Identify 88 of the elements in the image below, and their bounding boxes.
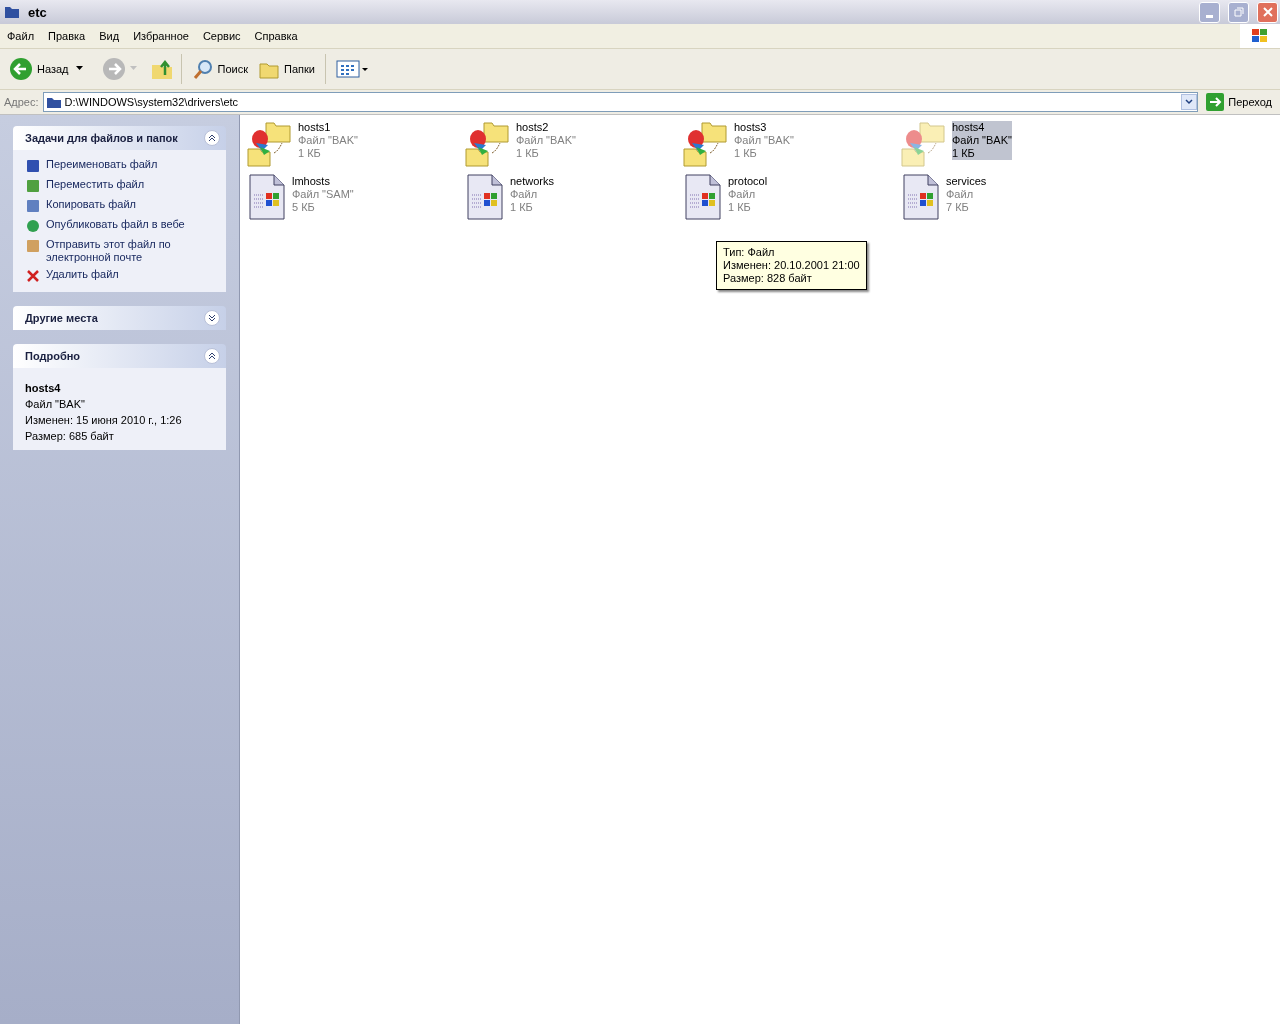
file-icon bbox=[246, 119, 294, 167]
folders-button[interactable]: Папки bbox=[255, 56, 318, 82]
file-size: 5 КБ bbox=[292, 201, 316, 214]
file-size: 1 КБ bbox=[952, 147, 1012, 160]
search-button[interactable]: Поиск bbox=[188, 56, 251, 82]
dropdown-button[interactable] bbox=[1181, 94, 1198, 110]
file-name: hosts4 bbox=[25, 382, 62, 394]
collapse-button[interactable] bbox=[204, 348, 220, 364]
file-name: hosts4 bbox=[952, 121, 1012, 134]
panel-title: Подробно bbox=[25, 350, 81, 362]
panel-title: Другие места bbox=[25, 312, 98, 324]
file-item[interactable]: hosts2 Файл "BAK" 1 КБ bbox=[464, 119, 682, 167]
chevron-up-icon bbox=[208, 352, 216, 360]
file-name: hosts3 bbox=[734, 121, 768, 134]
go-button[interactable]: Переход bbox=[1202, 93, 1276, 111]
file-size: 1 КБ bbox=[510, 201, 534, 214]
file-name: services bbox=[946, 175, 987, 188]
address-label: Адрес: bbox=[4, 96, 39, 108]
task-link[interactable]: Копировать файл bbox=[25, 198, 214, 214]
file-icon bbox=[682, 173, 724, 221]
panel-title: Задачи для файлов и папок bbox=[25, 132, 178, 144]
file-type: Файл bbox=[946, 188, 975, 201]
menu-item[interactable]: Правка bbox=[41, 30, 93, 42]
file-name: hosts2 bbox=[516, 121, 550, 134]
chevron-down-icon bbox=[208, 314, 216, 322]
modified-date: Изменен: 15 июня 2010 г., 1:26 bbox=[25, 414, 183, 426]
close-icon bbox=[1262, 7, 1273, 17]
file-icon bbox=[900, 173, 942, 221]
file-icon bbox=[464, 119, 512, 167]
address-field[interactable]: D:\WINDOWS\system32\drivers\etc bbox=[42, 92, 1199, 112]
file-size: 1 КБ bbox=[516, 147, 540, 160]
file-size: Размер: 685 байт bbox=[25, 430, 115, 442]
file-type: Файл "SAM" bbox=[292, 188, 354, 201]
file-item[interactable]: hosts4 Файл "BAK" 1 КБ bbox=[900, 119, 1118, 167]
file-size: 7 КБ bbox=[946, 201, 970, 214]
file-type: Файл "BAK" bbox=[734, 134, 794, 147]
file-type: Файл bbox=[728, 188, 757, 201]
menu-item[interactable]: Сервис bbox=[195, 30, 248, 42]
file-name: hosts1 bbox=[298, 121, 332, 134]
file-name: networks bbox=[510, 175, 555, 188]
file-name: lmhosts bbox=[292, 175, 331, 188]
folder-icon bbox=[4, 5, 20, 19]
tooltip-line: Размер: 828 байт bbox=[723, 272, 813, 285]
caret-icon bbox=[1185, 99, 1194, 105]
task-link[interactable]: Удалить файл bbox=[25, 268, 214, 284]
file-item[interactable]: hosts3 Файл "BAK" 1 КБ bbox=[682, 119, 900, 167]
search-icon bbox=[191, 58, 214, 80]
file-icon bbox=[900, 119, 948, 167]
collapse-button[interactable] bbox=[204, 130, 220, 146]
task-link[interactable]: Переместить файл bbox=[25, 178, 214, 194]
chevron-up-icon bbox=[208, 134, 216, 142]
file-item[interactable]: lmhosts Файл "SAM" 5 КБ bbox=[246, 173, 464, 221]
file-type: Файл "BAK" bbox=[952, 134, 1012, 147]
file-item[interactable]: networks Файл 1 КБ bbox=[464, 173, 682, 221]
file-icon bbox=[682, 119, 730, 167]
task-link[interactable]: Опубликовать файл в вебе bbox=[25, 218, 214, 234]
menu-item[interactable]: Избранное bbox=[126, 30, 196, 42]
folder-icon bbox=[45, 95, 62, 109]
file-icon bbox=[464, 173, 506, 221]
file-type: Файл "BAK" bbox=[25, 398, 86, 410]
tooltip-line: Изменен: 20.10.2001 21:00 bbox=[723, 259, 860, 272]
window-title: etc bbox=[28, 4, 48, 20]
file-item[interactable]: protocol Файл 1 КБ bbox=[682, 173, 900, 221]
back-button[interactable]: Назад bbox=[6, 55, 72, 83]
file-item[interactable]: hosts1 Файл "BAK" 1 КБ bbox=[246, 119, 464, 167]
file-size: 1 КБ bbox=[298, 147, 322, 160]
minimize-icon bbox=[1206, 14, 1213, 18]
file-item[interactable]: services Файл 7 КБ bbox=[900, 173, 1118, 221]
tooltip-line: Тип: Файл bbox=[723, 246, 776, 259]
views-icon bbox=[335, 59, 368, 79]
file-name: protocol bbox=[728, 175, 768, 188]
menu-item[interactable]: Вид bbox=[92, 30, 127, 42]
caret-icon[interactable] bbox=[75, 66, 84, 72]
file-type: Файл "BAK" bbox=[516, 134, 576, 147]
expand-button[interactable] bbox=[204, 310, 220, 326]
menu-item[interactable]: Файл bbox=[0, 30, 42, 42]
file-type: Файл bbox=[510, 188, 539, 201]
windows-logo-icon bbox=[1240, 24, 1280, 48]
task-link[interactable]: Переименовать файл bbox=[25, 158, 214, 174]
close-button[interactable] bbox=[1257, 1, 1278, 23]
task-link[interactable]: Отправить этот файл по электронной почте bbox=[25, 238, 214, 264]
file-type: Файл "BAK" bbox=[298, 134, 358, 147]
file-icon bbox=[246, 173, 288, 221]
menu-item[interactable]: Справка bbox=[247, 30, 305, 42]
file-size: 1 КБ bbox=[728, 201, 752, 214]
restore-icon bbox=[1233, 7, 1244, 17]
file-size: 1 КБ bbox=[734, 147, 758, 160]
delete-icon bbox=[25, 268, 41, 284]
